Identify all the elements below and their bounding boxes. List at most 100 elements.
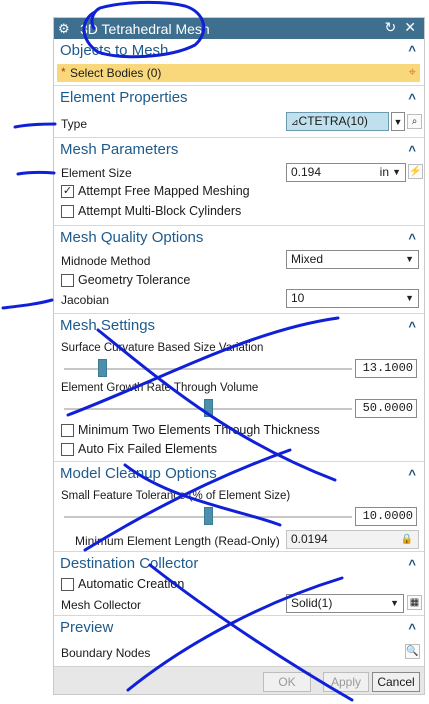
geometry-tolerance-checkbox[interactable]: Geometry Tolerance (61, 273, 190, 287)
jacobian-value: 10 (291, 291, 305, 305)
section-mesh-settings: Mesh Settings ^ Surface Curvature Based … (54, 313, 424, 461)
checkbox-box: ✓ (61, 184, 74, 198)
chevron-down-icon: ▼ (390, 598, 399, 608)
section-mesh-parameters: Mesh Parameters ^ Element Size 0.194 in … (54, 137, 424, 225)
collapse-caret-icon[interactable]: ^ (408, 143, 416, 158)
element-growth-input[interactable]: 50.0000 (355, 399, 417, 418)
type-value-field[interactable]: ⊿CTETRA(10) (286, 112, 389, 131)
gear-icon: ⚙ (58, 20, 70, 36)
automatic-creation-label: Automatic Creation (78, 577, 185, 591)
section-header-preview[interactable]: Preview (60, 619, 113, 636)
required-star-icon: * (61, 65, 66, 79)
magnifier-icon[interactable]: 🔍 (405, 644, 420, 659)
automatic-creation-checkbox[interactable]: Automatic Creation (61, 577, 184, 591)
mesh-collector-value: Solid(1) (291, 596, 333, 610)
annotation-dash-jacobian (1, 298, 54, 310)
attempt-free-mapped-label: Attempt Free Mapped Meshing (78, 184, 250, 198)
checkbox-box (61, 577, 74, 591)
min-two-elements-checkbox[interactable]: Minimum Two Elements Through Thickness (61, 423, 320, 437)
collapse-caret-icon[interactable]: ^ (408, 231, 416, 246)
section-model-cleanup: Model Cleanup Options ^ Small Feature To… (54, 461, 424, 551)
attempt-multi-block-label: Attempt Multi-Block Cylinders (78, 204, 242, 218)
section-element-properties: Element Properties ^ Type ⊿CTETRA(10) ▼ … (54, 85, 424, 137)
geometry-tolerance-label: Geometry Tolerance (78, 273, 191, 287)
auto-fix-label: Auto Fix Failed Elements (78, 442, 217, 456)
checkbox-box (61, 442, 74, 456)
chevron-down-icon: ▼ (405, 293, 414, 303)
collapse-caret-icon[interactable]: ^ (408, 91, 416, 106)
reset-icon[interactable]: ↻ (385, 19, 397, 36)
type-dropdown-button[interactable]: ▼ (391, 112, 405, 131)
section-preview: Preview ^ Boundary Nodes 🔍 (54, 615, 424, 666)
mesh-collector-label: Mesh Collector (61, 598, 142, 612)
section-header-element-properties[interactable]: Element Properties (60, 89, 188, 106)
section-header-model-cleanup[interactable]: Model Cleanup Options (60, 465, 217, 482)
select-bodies-label: Select Bodies (0) (70, 66, 162, 80)
collapse-caret-icon[interactable]: ^ (408, 467, 416, 482)
element-growth-label: Element Growth Rate Through Volume (61, 382, 259, 394)
attempt-multi-block-checkbox[interactable]: Attempt Multi-Block Cylinders (61, 204, 241, 218)
element-growth-slider-handle[interactable] (204, 399, 213, 417)
checkbox-box (61, 423, 74, 437)
attempt-free-mapped-checkbox[interactable]: ✓ Attempt Free Mapped Meshing (61, 184, 250, 198)
dialog-title-bar: ⚙ 3D Tetrahedral Mesh ↻ ✕ (54, 18, 424, 39)
annotation-dash-element-size (16, 170, 56, 176)
small-feature-slider-handle[interactable] (204, 507, 213, 525)
annotation-dash-type (13, 122, 57, 129)
element-size-input[interactable]: 0.194 in ▼ (286, 163, 406, 182)
midnode-method-value: Mixed (291, 252, 324, 266)
surface-curvature-slider-handle[interactable] (97, 359, 107, 377)
select-bodies-row[interactable]: * Select Bodies (0) ⌖ (57, 64, 420, 82)
element-type-icon: ⊿ (291, 117, 299, 127)
type-label: Type (61, 117, 88, 131)
min-element-length-field: 0.0194 🔒 (286, 530, 419, 549)
collapse-caret-icon[interactable]: ^ (408, 621, 416, 636)
chevron-down-icon[interactable]: ▼ (392, 164, 401, 181)
collapse-caret-icon[interactable]: ^ (408, 43, 416, 58)
section-mesh-quality-options: Mesh Quality Options ^ Midnode Method Mi… (54, 225, 424, 313)
small-feature-label: Small Feature Tolerance (% of Element Si… (61, 490, 291, 502)
surface-curvature-label: Surface Curvature Based Size Variation (61, 342, 264, 354)
section-header-destination[interactable]: Destination Collector (60, 555, 198, 572)
element-type-browse-icon[interactable]: ⌕ (407, 114, 422, 129)
element-size-label: Element Size (61, 166, 132, 180)
chevron-down-icon: ▼ (393, 117, 403, 127)
crosshair-select-icon[interactable]: ⌖ (409, 64, 416, 80)
ok-button[interactable]: OK (263, 672, 311, 692)
surface-curvature-input[interactable]: 13.1000 (355, 359, 417, 378)
auto-size-icon[interactable]: ⚡ (408, 164, 423, 179)
lock-icon: 🔒 (400, 534, 413, 545)
section-header-mesh-parameters[interactable]: Mesh Parameters (60, 141, 178, 158)
section-header-mesh-settings[interactable]: Mesh Settings (60, 317, 155, 334)
min-two-elements-label: Minimum Two Elements Through Thickness (78, 423, 320, 437)
midnode-method-select[interactable]: Mixed ▼ (286, 250, 419, 269)
dialog-title: 3D Tetrahedral Mesh (80, 20, 210, 37)
new-collector-icon[interactable]: ▦ (407, 595, 422, 610)
small-feature-input[interactable]: 10.0000 (355, 507, 417, 526)
checkbox-box (61, 273, 74, 287)
boundary-nodes-label: Boundary Nodes (61, 646, 151, 660)
jacobian-select[interactable]: 10 ▼ (286, 289, 419, 308)
midnode-method-label: Midnode Method (61, 254, 151, 268)
checkbox-box (61, 204, 74, 218)
collapse-caret-icon[interactable]: ^ (408, 319, 416, 334)
auto-fix-checkbox[interactable]: Auto Fix Failed Elements (61, 442, 217, 456)
mesh-collector-select[interactable]: Solid(1) ▼ (286, 594, 404, 613)
section-header-mesh-quality[interactable]: Mesh Quality Options (60, 229, 203, 246)
section-header-objects-to-mesh[interactable]: Objects to Mesh (60, 42, 168, 59)
section-destination-collector: Destination Collector ^ Automatic Creati… (54, 551, 424, 615)
jacobian-label: Jacobian (61, 293, 110, 307)
close-icon[interactable]: ✕ (404, 19, 416, 36)
unit-label: in (379, 165, 389, 179)
cancel-button[interactable]: Cancel (372, 672, 420, 692)
element-size-value: 0.194 (291, 165, 322, 179)
apply-button[interactable]: Apply (323, 672, 369, 692)
tetrahedral-mesh-dialog: ⚙ 3D Tetrahedral Mesh ↻ ✕ Objects to Mes… (53, 17, 425, 695)
collapse-caret-icon[interactable]: ^ (408, 557, 416, 572)
min-element-length-value: 0.0194 (291, 532, 328, 546)
surface-curvature-slider[interactable] (64, 368, 352, 370)
chevron-down-icon: ▼ (405, 254, 414, 264)
min-element-length-label: Minimum Element Length (Read-Only) (75, 534, 280, 548)
type-value: CTETRA(10) (298, 114, 368, 128)
dialog-footer: OK Apply Cancel (54, 666, 424, 694)
